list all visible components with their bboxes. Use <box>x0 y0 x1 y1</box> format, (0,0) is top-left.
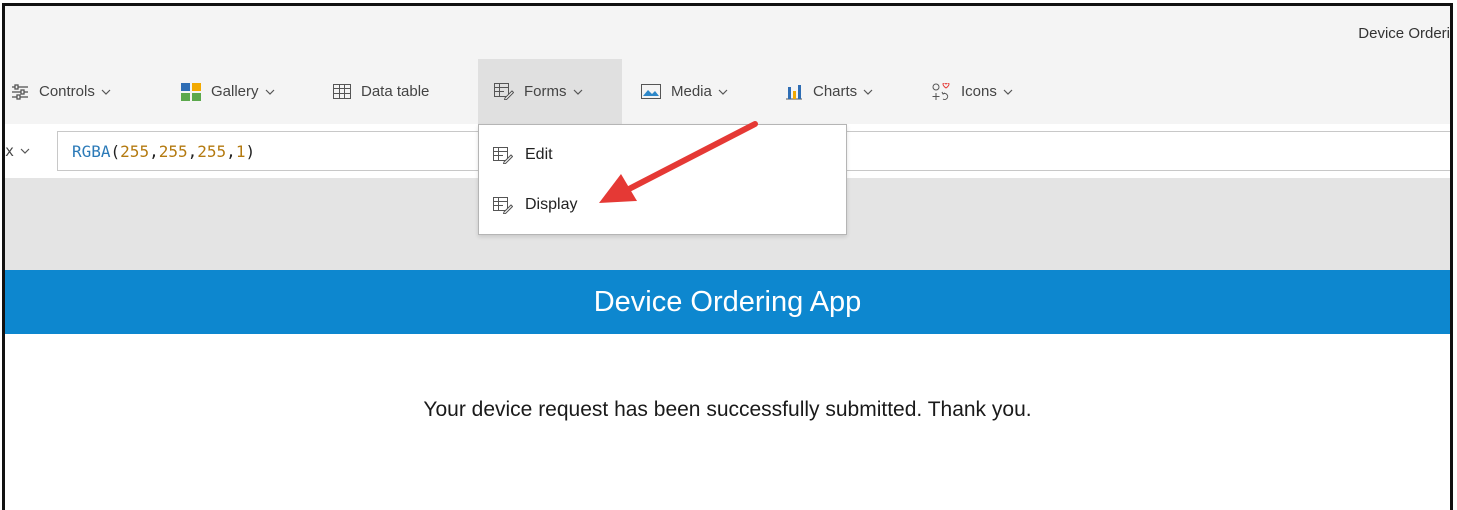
shapes-icon <box>931 81 951 101</box>
fx-label: x <box>5 142 15 160</box>
media-button[interactable]: Media <box>641 59 728 124</box>
formula-arg-g: 255 <box>158 141 188 161</box>
gallery-label: Gallery <box>211 83 259 100</box>
forms-label: Forms <box>524 83 567 100</box>
success-message: Your device request has been successfull… <box>423 398 1032 421</box>
menu-item-display-label: Display <box>525 196 578 213</box>
title-bar: Device Orderi <box>5 6 1450 60</box>
app-header-title: Device Ordering App <box>593 285 862 318</box>
form-icon <box>494 83 515 101</box>
function-selector[interactable]: x <box>5 124 51 178</box>
image-icon <box>641 84 661 99</box>
media-label: Media <box>671 83 712 100</box>
form-icon <box>493 196 514 214</box>
menu-item-display[interactable]: Display <box>479 185 846 225</box>
formula-arg-a: 1 <box>235 141 246 161</box>
icons-button[interactable]: Icons <box>931 59 1013 124</box>
chevron-down-icon <box>265 89 275 95</box>
insert-ribbon: Controls Gallery Data table Forms Media … <box>5 59 1450 125</box>
chevron-down-icon <box>101 89 111 95</box>
charts-button[interactable]: Charts <box>785 59 873 124</box>
formula-arg-r: 255 <box>120 141 150 161</box>
menu-item-edit[interactable]: Edit <box>479 135 846 175</box>
menu-item-edit-label: Edit <box>525 146 553 163</box>
icons-label: Icons <box>961 83 997 100</box>
chevron-down-icon <box>573 89 583 95</box>
sliders-icon <box>11 83 29 100</box>
bar-chart-icon <box>785 84 803 100</box>
data-table-button[interactable]: Data table <box>333 59 429 124</box>
chevron-down-icon <box>20 148 30 154</box>
formula-function: RGBA <box>72 141 111 161</box>
charts-label: Charts <box>813 83 858 100</box>
form-icon <box>493 146 514 164</box>
app-title: Device Orderi <box>1358 25 1450 42</box>
chevron-down-icon <box>718 89 728 95</box>
data-table-label: Data table <box>361 83 430 100</box>
forms-dropdown-menu: Edit Display <box>478 124 847 235</box>
chevron-down-icon <box>863 89 873 95</box>
app-window: Device Orderi Controls Gallery Data tabl… <box>2 3 1453 510</box>
gallery-button[interactable]: Gallery <box>181 59 275 124</box>
controls-button[interactable]: Controls <box>11 59 111 124</box>
formula-arg-b: 255 <box>197 141 227 161</box>
chevron-down-icon <box>1003 89 1013 95</box>
app-header-banner[interactable]: Device Ordering App <box>5 270 1450 334</box>
table-icon <box>333 84 351 99</box>
gallery-icon <box>181 82 201 101</box>
controls-label: Controls <box>39 83 95 100</box>
forms-button[interactable]: Forms <box>478 59 622 124</box>
